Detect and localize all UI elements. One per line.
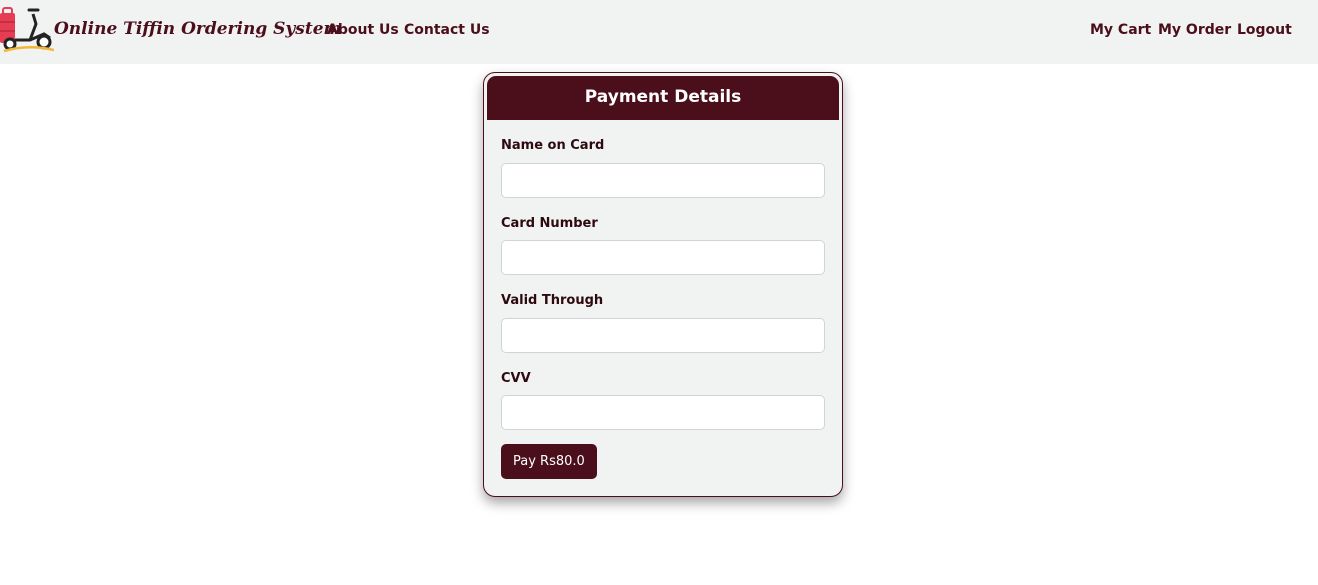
name-on-card-input[interactable] <box>501 163 825 198</box>
nav-logout[interactable]: Logout <box>1237 22 1292 38</box>
brand-title[interactable]: Online Tiffin Ordering System <box>54 19 342 39</box>
name-on-card-label: Name on Card <box>501 138 605 153</box>
valid-through-input[interactable] <box>501 318 825 353</box>
card-number-input[interactable] <box>501 240 825 275</box>
payment-card-header: Payment Details <box>487 76 839 120</box>
cvv-input[interactable] <box>501 395 825 430</box>
nav-about-us[interactable]: About Us <box>327 22 399 38</box>
nav-my-order[interactable]: My Order <box>1158 22 1231 38</box>
payment-card-title: Payment Details <box>584 87 742 107</box>
pay-button[interactable]: Pay Rs80.0 <box>501 444 597 479</box>
payment-details-card: Payment Details Name on Card Card Number… <box>483 72 843 497</box>
scooter-logo-icon[interactable] <box>0 4 54 54</box>
nav-contact-us[interactable]: Contact Us <box>404 22 490 38</box>
valid-through-label: Valid Through <box>501 293 604 308</box>
card-number-label: Card Number <box>501 216 598 231</box>
cvv-label: CVV <box>501 371 531 386</box>
navbar: Online Tiffin Ordering System About Us C… <box>0 0 1318 64</box>
nav-my-cart[interactable]: My Cart <box>1090 22 1151 38</box>
